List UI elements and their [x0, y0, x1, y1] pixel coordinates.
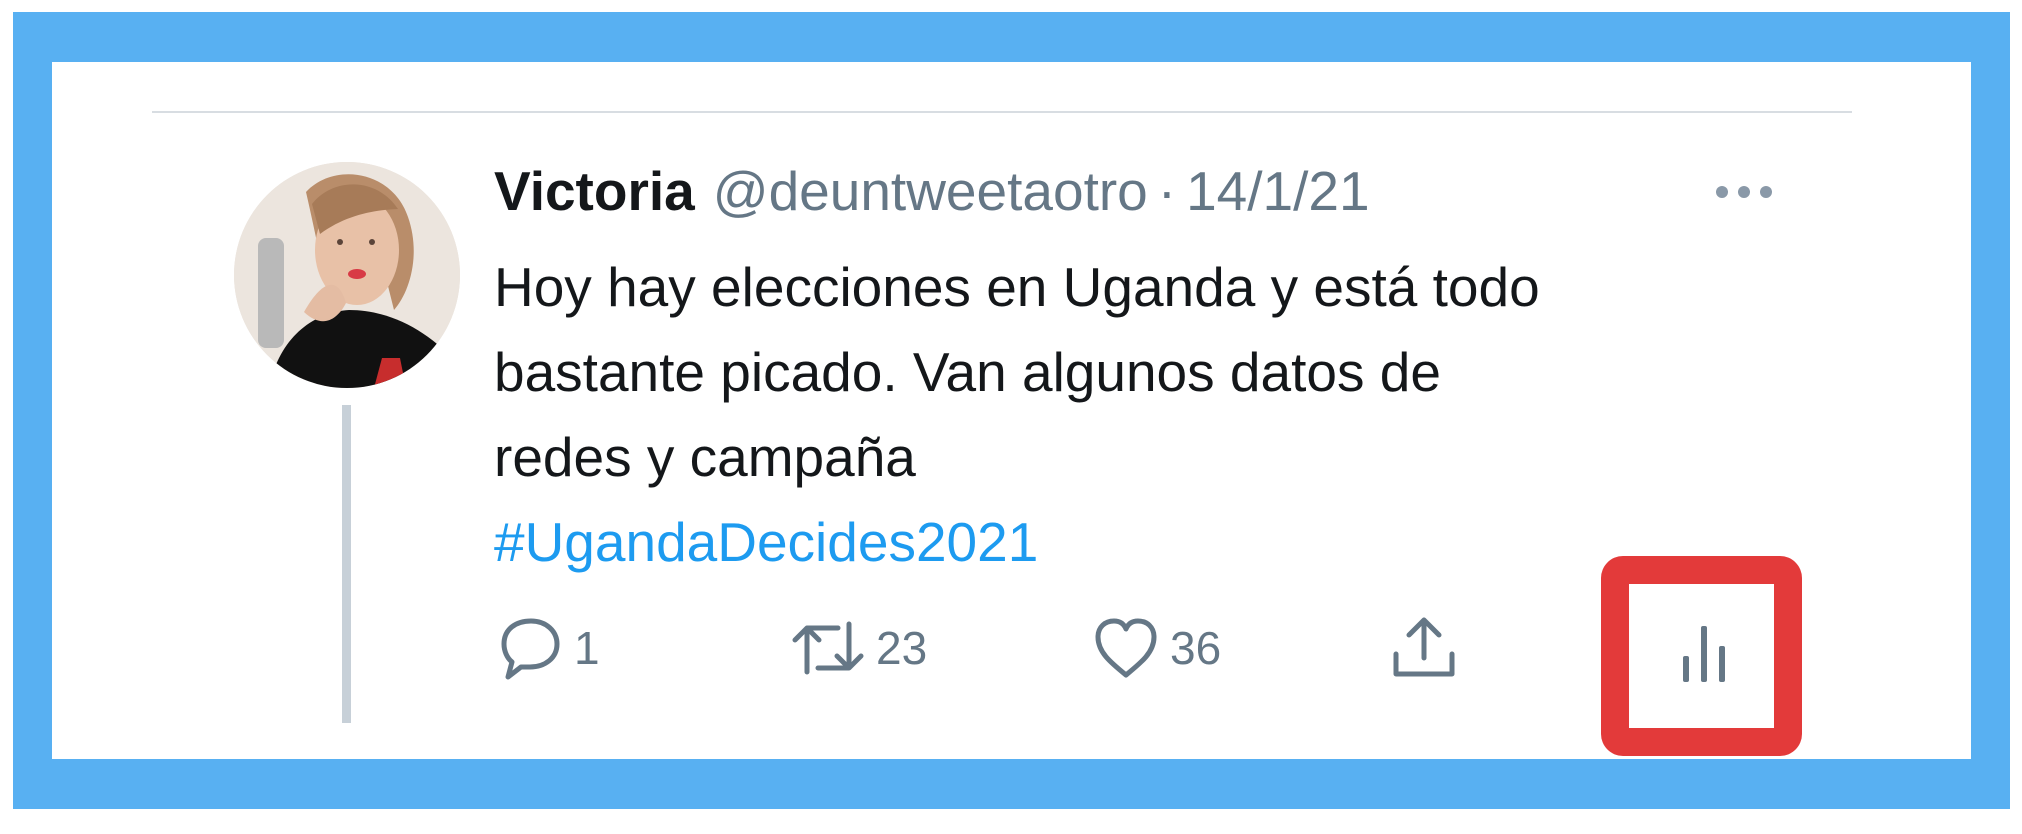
- more-dot-icon: [1738, 186, 1750, 198]
- share-button[interactable]: [1388, 612, 1460, 684]
- like-count: 36: [1170, 622, 1222, 674]
- retweet-button[interactable]: 23: [790, 612, 927, 684]
- display-name[interactable]: Victoria: [494, 160, 695, 222]
- reply-button[interactable]: 1: [496, 612, 600, 684]
- tweet-text-line: redes y campaña: [494, 426, 916, 488]
- more-options-button[interactable]: [1698, 177, 1790, 207]
- analytics-icon[interactable]: [1669, 618, 1739, 688]
- top-divider: [152, 111, 1852, 113]
- heart-icon: [1095, 618, 1157, 678]
- separator-dot: ·: [1157, 160, 1177, 222]
- tweet-date[interactable]: 14/1/21: [1186, 160, 1370, 222]
- user-handle[interactable]: @deuntweetaotro: [713, 160, 1148, 222]
- reply-count: 1: [574, 622, 600, 674]
- tweet-header: Victoria @deuntweetaotro · 14/1/21: [494, 158, 1370, 224]
- retweet-icon: [792, 621, 864, 675]
- like-button[interactable]: 36: [1092, 612, 1221, 684]
- tweet-text: Hoy hay elecciones en Uganda y está todo…: [494, 245, 1814, 585]
- avatar-image: [234, 162, 460, 388]
- share-icon: [1393, 617, 1455, 677]
- tweet-text-line: Hoy hay elecciones en Uganda y está todo: [494, 256, 1540, 318]
- retweet-count: 23: [876, 622, 928, 674]
- thread-line: [342, 405, 351, 723]
- avatar[interactable]: [234, 162, 460, 388]
- more-dot-icon: [1716, 186, 1728, 198]
- more-dot-icon: [1760, 186, 1772, 198]
- tweet-text-line: bastante picado. Van algunos datos de: [494, 341, 1441, 403]
- reply-icon: [501, 618, 560, 680]
